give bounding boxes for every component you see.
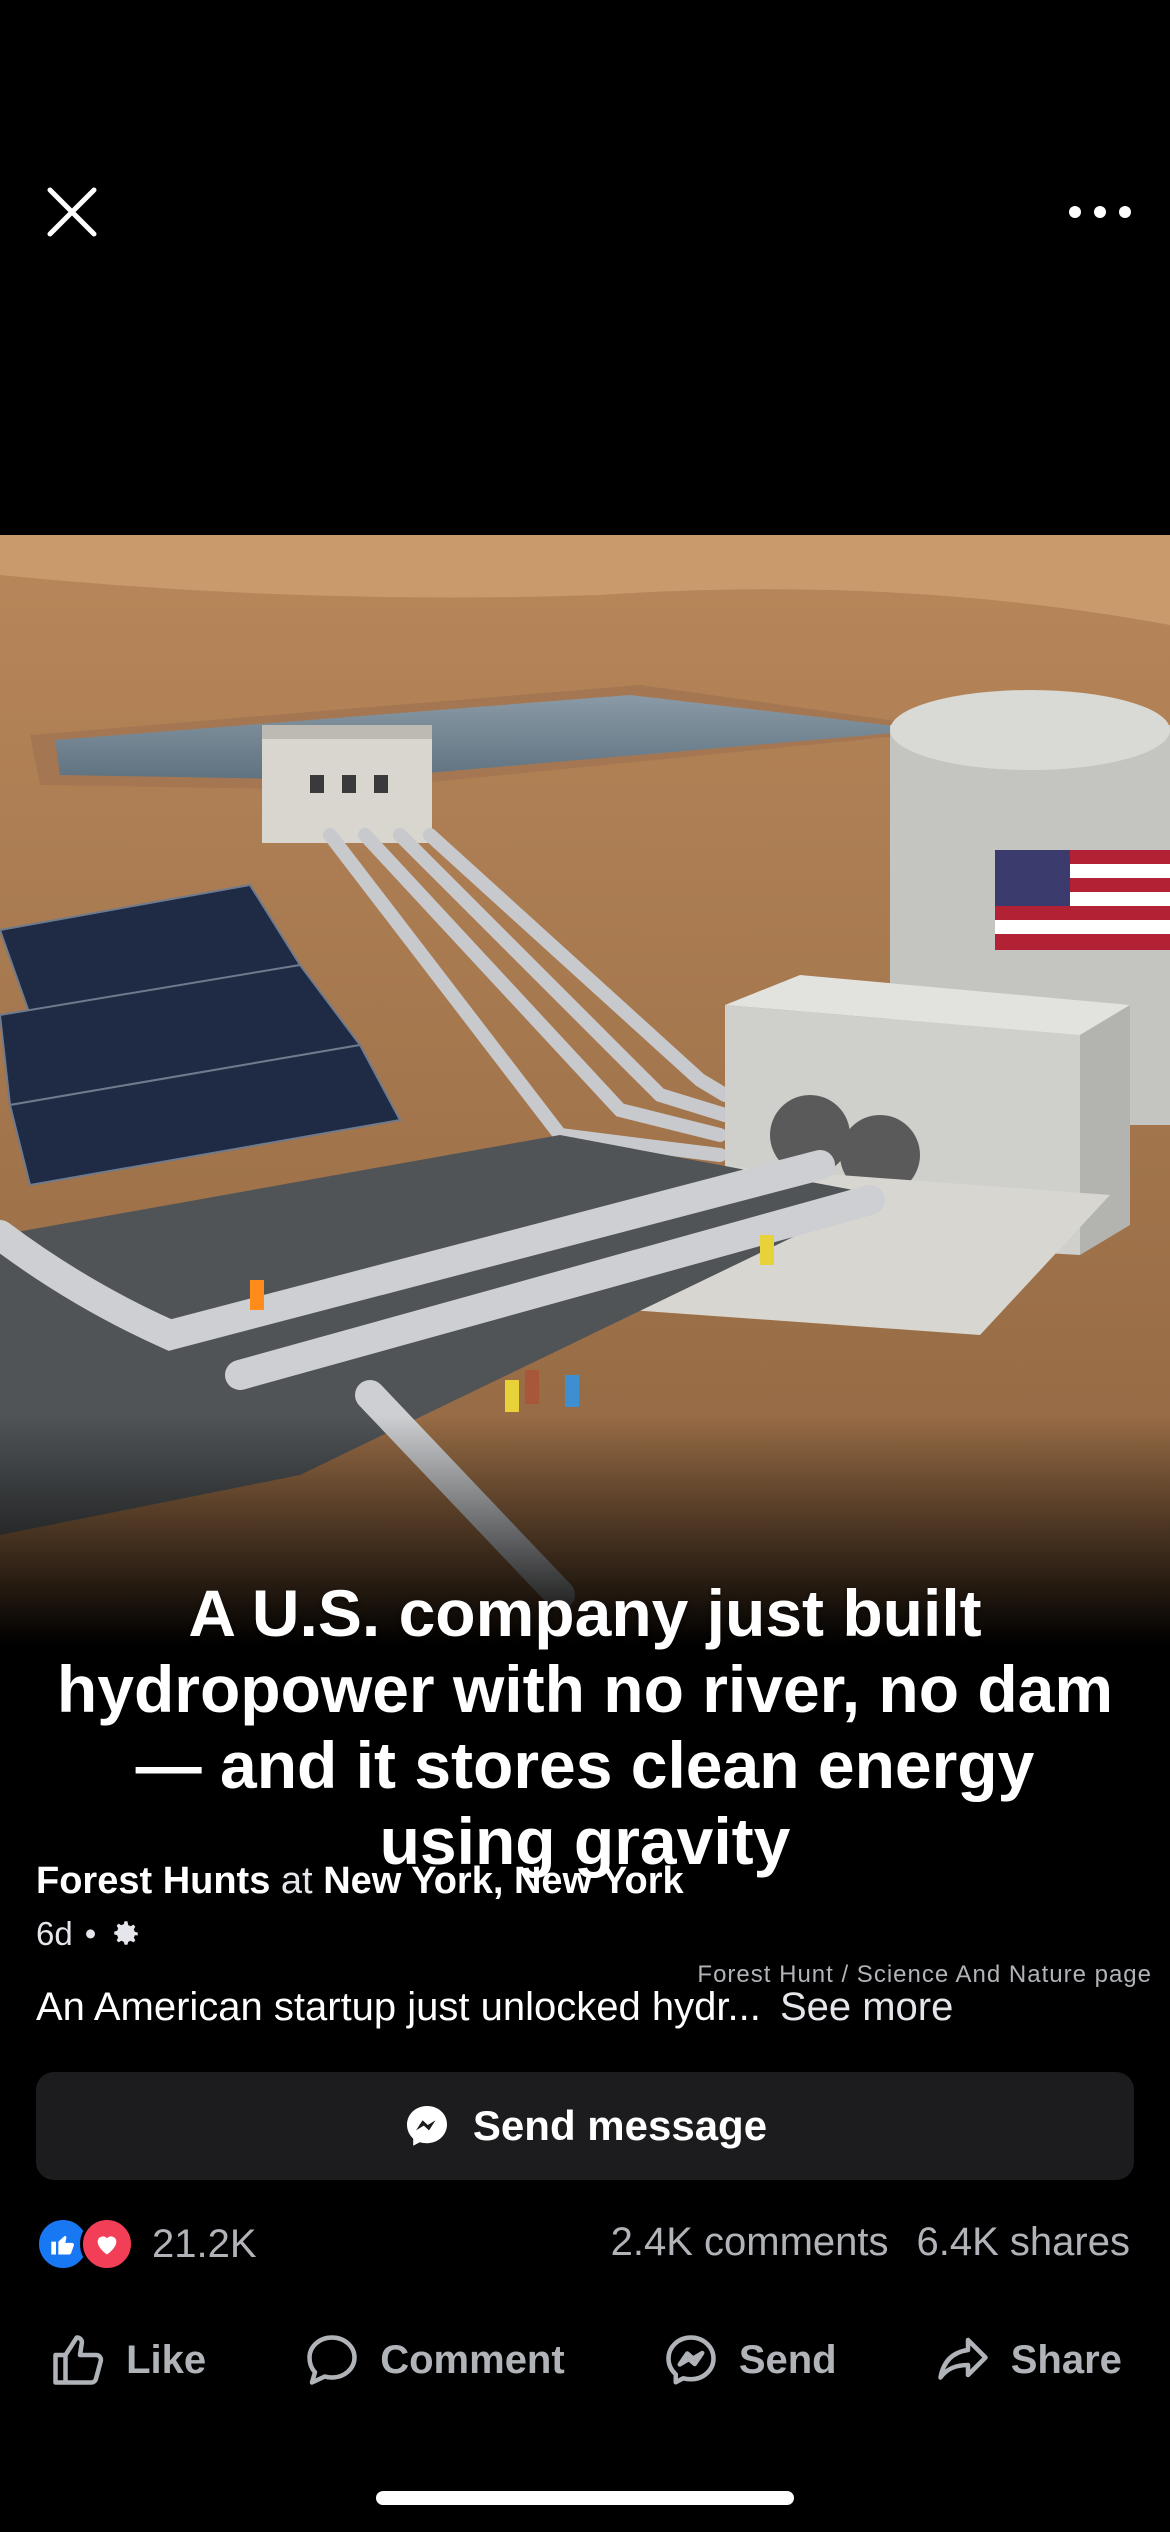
home-indicator[interactable] — [376, 2491, 794, 2505]
post-meta: 6d • — [36, 1915, 142, 1953]
comment-label: Comment — [380, 2337, 565, 2382]
messenger-icon — [666, 2335, 716, 2385]
messenger-icon — [406, 2106, 447, 2146]
share-label: Share — [1010, 2337, 1122, 2382]
share-button[interactable]: Share — [933, 2330, 1122, 2390]
send-message-label: Send message — [472, 2102, 768, 2149]
viewer-top-bar — [0, 0, 1170, 535]
engagement-counts: 2.4K comments 6.4K shares — [611, 2220, 1130, 2265]
shares-count[interactable]: 6.4K shares — [917, 2220, 1130, 2265]
comment-button[interactable]: Comment — [302, 2330, 565, 2390]
like-label: Like — [126, 2337, 207, 2382]
share-arrow-icon — [937, 2337, 988, 2380]
more-options-button[interactable] — [1060, 190, 1140, 234]
send-label: Send — [738, 2337, 837, 2382]
close-button[interactable] — [40, 180, 104, 244]
comment-bubble-icon — [307, 2335, 357, 2385]
post-time[interactable]: 6d — [36, 1915, 73, 1953]
meta-separator: • — [84, 1915, 97, 1952]
location-name[interactable]: New York, New York — [323, 1860, 683, 1902]
thumbs-up-icon — [53, 2335, 104, 2385]
caption-text: An American startup just unlocked hydr..… — [36, 1985, 761, 2029]
location-prefix: at — [280, 1860, 313, 1902]
reaction-count: 21.2K — [152, 2221, 257, 2266]
post-headline: A U.S. company just built hydropower wit… — [56, 1576, 1114, 1878]
gear-icon — [114, 1921, 139, 1945]
author-name[interactable]: Forest Hunts — [36, 1860, 270, 1902]
more-horizontal-icon — [1069, 206, 1131, 218]
author-line: Forest Hunts at New York, New York — [36, 1860, 684, 1903]
send-button[interactable]: Send — [661, 2330, 837, 2390]
post-actions: Like Comment Send Share — [0, 2330, 1170, 2390]
like-button[interactable]: Like — [48, 2330, 206, 2390]
heart-icon — [80, 2217, 134, 2271]
send-message-button[interactable]: Send message — [36, 2072, 1134, 2180]
close-icon — [47, 187, 97, 237]
comments-count[interactable]: 2.4K comments — [611, 2220, 889, 2265]
reactions-summary[interactable]: 21.2K — [36, 2217, 257, 2271]
post-image[interactable] — [0, 535, 1170, 1645]
see-more-link[interactable]: See more — [780, 1985, 953, 2029]
hydropower-illustration — [0, 535, 1170, 1645]
post-caption: An American startup just unlocked hydr..… — [36, 1985, 1136, 2030]
